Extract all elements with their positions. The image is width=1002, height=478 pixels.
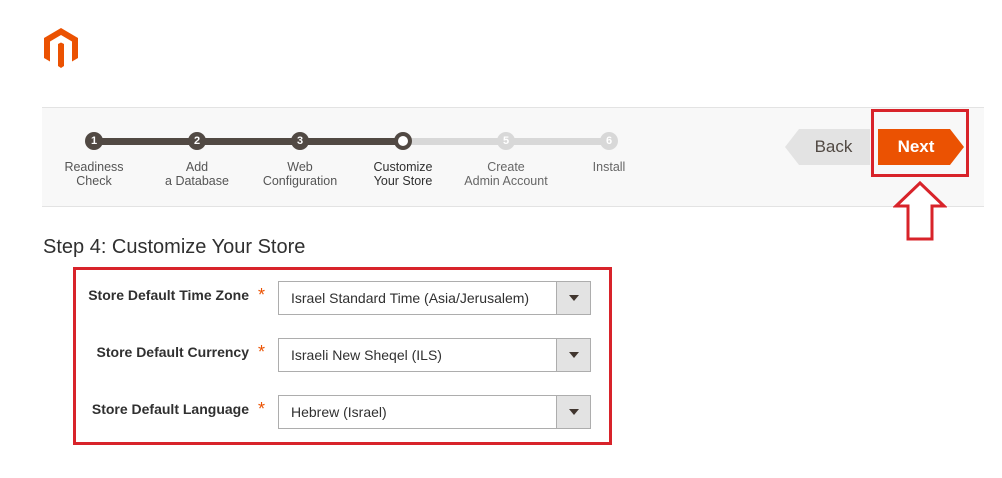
step-2-label: Add a Database <box>165 160 229 188</box>
step-2-marker: 2 <box>188 132 206 150</box>
currency-label: Store Default Currency <box>96 344 249 360</box>
next-button-highlight-box <box>871 109 969 177</box>
language-value: Hebrew (Israel) <box>291 404 387 420</box>
currency-select[interactable]: Israeli New Sheqel (ILS) <box>278 338 591 372</box>
step-3-label: Web Configuration <box>262 160 338 188</box>
setup-wizard-page: 1 2 3 5 6 Readiness Check Add a Database… <box>0 0 1002 478</box>
language-label: Store Default Language <box>91 401 249 417</box>
chevron-down-icon[interactable] <box>556 282 590 314</box>
step-4-marker-current <box>394 132 412 150</box>
step-5-label: Create Admin Account <box>464 160 548 188</box>
language-row: Store Default Language * Hebrew (Israel) <box>73 395 612 429</box>
step-1-label: Readiness Check <box>64 160 124 188</box>
step-5-marker: 5 <box>497 132 515 150</box>
required-marker: * <box>258 285 266 305</box>
chevron-down-icon[interactable] <box>556 339 590 371</box>
page-title: Step 4: Customize Your Store <box>43 236 306 258</box>
back-button[interactable]: Back <box>785 129 870 165</box>
time-zone-value: Israel Standard Time (Asia/Jerusalem) <box>291 290 530 306</box>
progress-track-fill <box>94 138 403 145</box>
language-select[interactable]: Hebrew (Israel) <box>278 395 591 429</box>
step-6-marker: 6 <box>600 132 618 150</box>
progress-track <box>94 138 608 145</box>
step-1-marker: 1 <box>85 132 103 150</box>
step-3-marker: 3 <box>291 132 309 150</box>
step-4-label: Customize Your Store <box>373 160 433 188</box>
currency-value: Israeli New Sheqel (ILS) <box>291 347 442 363</box>
step-6-label: Install <box>592 160 626 174</box>
required-marker: * <box>258 399 266 419</box>
time-zone-select[interactable]: Israel Standard Time (Asia/Jerusalem) <box>278 281 591 315</box>
time-zone-label: Store Default Time Zone <box>88 287 249 303</box>
required-marker: * <box>258 342 266 362</box>
currency-row: Store Default Currency * Israeli New She… <box>73 338 612 372</box>
arrow-up-icon <box>893 180 947 241</box>
magento-logo-icon <box>44 28 78 68</box>
chevron-down-icon[interactable] <box>556 396 590 428</box>
time-zone-row: Store Default Time Zone * Israel Standar… <box>73 281 612 315</box>
